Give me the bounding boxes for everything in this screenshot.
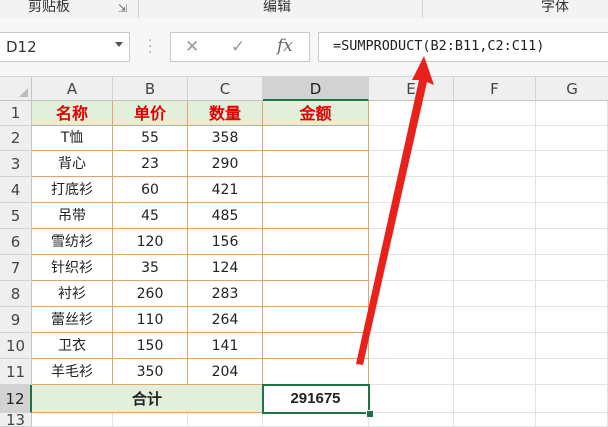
annotation-arrow	[356, 56, 434, 365]
arrow-shape	[356, 56, 434, 365]
